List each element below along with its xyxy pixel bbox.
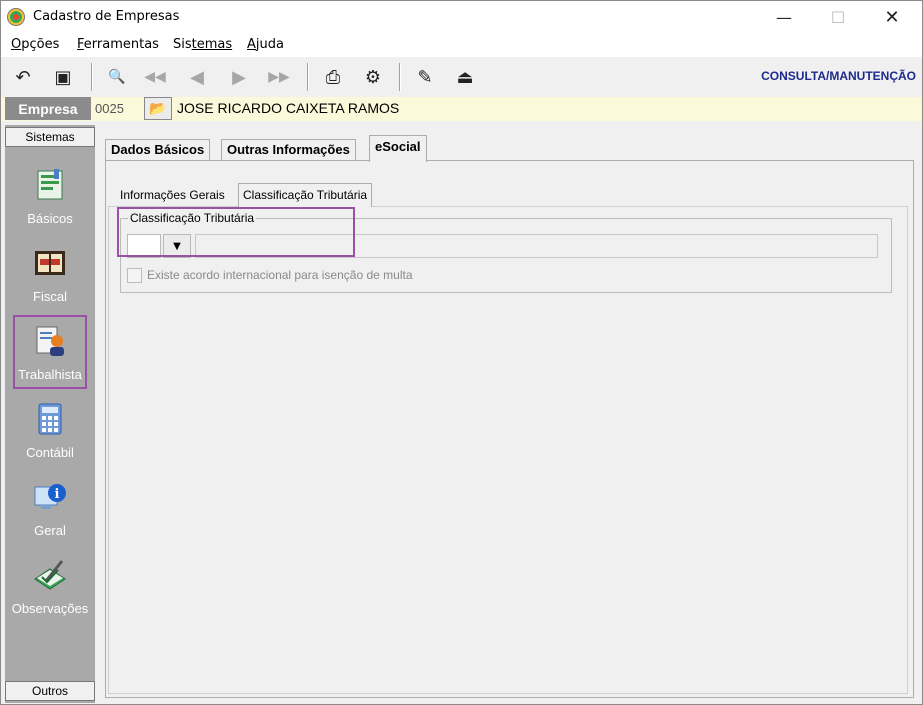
empresa-label: Empresa bbox=[5, 97, 91, 120]
tab-esocial[interactable]: eSocial bbox=[369, 135, 427, 162]
menu-ajuda[interactable]: Ajuda bbox=[247, 37, 284, 52]
window-title: Cadastro de Empresas bbox=[33, 9, 180, 24]
edit-document-icon[interactable]: ✎ bbox=[411, 63, 439, 91]
folder-open-icon[interactable]: 📂 bbox=[144, 97, 172, 120]
toolbar-separator bbox=[91, 63, 93, 91]
menu-opcoes-rest: pções bbox=[21, 37, 60, 52]
sidebar: Sistemas Básicos Fiscal Trabalhista Cont… bbox=[5, 125, 95, 703]
basicos-icon bbox=[37, 169, 63, 200]
mode-label: CONSULTA/MANUTENÇÃO bbox=[761, 69, 916, 83]
menu-sistemas[interactable]: Sistemas bbox=[173, 37, 232, 52]
sidebar-item-basicos[interactable]: Básicos bbox=[5, 163, 95, 235]
close-button[interactable]: ✕ bbox=[869, 1, 915, 33]
sidebar-item-fiscal[interactable]: Fiscal bbox=[5, 241, 95, 313]
cadastro-empresas-window: Cadastro de Empresas — ☐ ✕ Opções Ferram… bbox=[0, 0, 923, 705]
sidebar-footer[interactable]: Outros bbox=[5, 681, 95, 701]
menu-opcoes-accel: O bbox=[11, 37, 22, 52]
tab-outras-informacoes[interactable]: Outras Informações bbox=[221, 139, 356, 161]
title-bar: Cadastro de Empresas — ☐ ✕ bbox=[1, 1, 922, 33]
empresa-name: JOSE RICARDO CAIXETA RAMOS bbox=[177, 100, 400, 116]
sidebar-item-geral[interactable]: i Geral bbox=[5, 475, 95, 547]
sidebar-header[interactable]: Sistemas bbox=[5, 127, 95, 147]
svg-text:i: i bbox=[55, 487, 60, 502]
save-icon[interactable]: ▣ bbox=[49, 63, 77, 91]
classificacao-panel: Classificação Tributária ▼ Existe acordo… bbox=[108, 206, 908, 694]
acordo-internacional-row[interactable]: Existe acordo internacional para isenção… bbox=[127, 267, 413, 283]
acordo-internacional-label: Existe acordo internacional para isenção… bbox=[147, 268, 413, 282]
menu-ferramentas[interactable]: Ferramentas bbox=[77, 37, 159, 52]
subtab-informacoes-gerais[interactable]: Informações Gerais bbox=[116, 186, 229, 206]
selection-highlight bbox=[13, 315, 87, 389]
geral-icon: i bbox=[34, 484, 66, 509]
menu-ferramentas-rest: erramentas bbox=[83, 37, 159, 52]
menu-ajuda-accel: A bbox=[247, 37, 256, 52]
toolbar-separator bbox=[307, 63, 309, 91]
sidebar-item-label: Contábil bbox=[26, 445, 74, 460]
sidebar-item-observacoes[interactable]: Observações bbox=[5, 553, 95, 625]
menu-ferramentas-accel: F bbox=[77, 37, 84, 52]
tools-icon[interactable]: ⚙ bbox=[359, 63, 387, 91]
empresa-row: Empresa 0025 📂 JOSE RICARDO CAIXETA RAMO… bbox=[1, 97, 922, 121]
menu-opcoes[interactable]: Opções bbox=[11, 37, 59, 52]
contabil-icon bbox=[38, 403, 62, 435]
preview-icon[interactable]: 🔍 bbox=[103, 63, 131, 91]
toolbar-separator bbox=[399, 63, 401, 91]
acordo-internacional-checkbox[interactable] bbox=[127, 267, 142, 283]
subtab-classificacao-tributaria[interactable]: Classificação Tributária bbox=[238, 183, 373, 207]
exit-icon[interactable]: ⏏ bbox=[451, 63, 479, 91]
prev-record-icon[interactable]: ◀ bbox=[183, 63, 211, 91]
menu-sistemas-rest: temas bbox=[191, 37, 233, 52]
last-record-icon[interactable]: ▶▶ bbox=[265, 63, 293, 91]
sidebar-item-contabil[interactable]: Contábil bbox=[5, 397, 95, 469]
menu-sistemas-accel: Sis bbox=[173, 37, 192, 52]
next-record-icon[interactable]: ▶ bbox=[225, 63, 253, 91]
minimize-button[interactable]: — bbox=[761, 1, 807, 33]
observacoes-icon bbox=[34, 560, 66, 590]
undo-icon[interactable]: ↶ bbox=[9, 63, 37, 91]
sidebar-item-label: Básicos bbox=[27, 211, 73, 226]
app-icon bbox=[7, 8, 25, 26]
sidebar-item-label: Geral bbox=[34, 523, 66, 538]
fiscal-icon bbox=[35, 251, 65, 275]
sidebar-item-label: Fiscal bbox=[33, 289, 67, 304]
sidebar-item-label: Observações bbox=[11, 601, 89, 616]
tab-dados-basicos[interactable]: Dados Básicos bbox=[105, 139, 211, 161]
empresa-code[interactable]: 0025 bbox=[95, 101, 124, 116]
maximize-button[interactable]: ☐ bbox=[815, 1, 861, 33]
group-highlight bbox=[117, 207, 355, 257]
first-record-icon[interactable]: ◀◀ bbox=[141, 63, 169, 91]
print-icon[interactable]: ⎙ bbox=[319, 63, 347, 91]
toolbar: ↶ ▣ 🔍 ◀◀ ◀ ▶ ▶▶ ⎙ ⚙ ✎ ⏏ CONSULTA/MANUTEN… bbox=[1, 57, 922, 97]
menu-bar: Opções Ferramentas Sistemas Ajuda bbox=[1, 33, 922, 57]
menu-ajuda-rest: juda bbox=[255, 37, 284, 52]
